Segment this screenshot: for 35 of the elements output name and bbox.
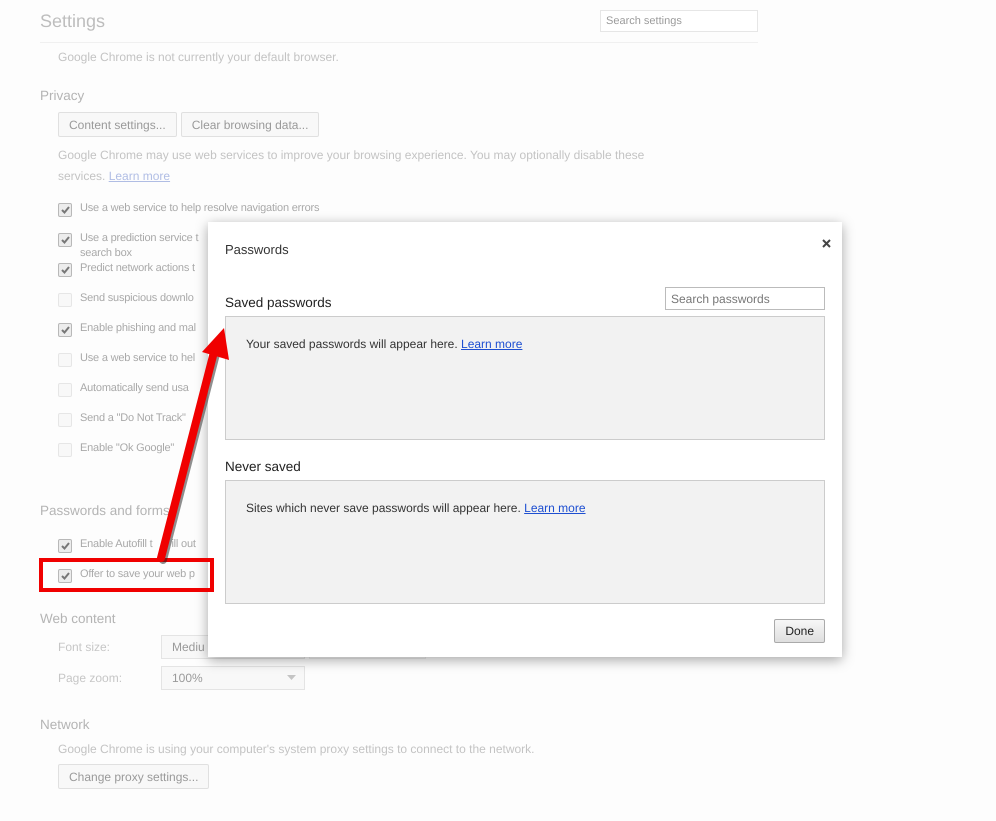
option-label: Send a "Do Not Track" [80, 411, 186, 426]
section-heading: Privacy [40, 87, 84, 105]
done-button[interactable]: Done [774, 619, 825, 643]
section-heading: Network [40, 716, 90, 734]
option-label: Enable "Ok Google" [80, 441, 174, 456]
learn-more-link[interactable]: Learn more [108, 169, 170, 183]
option-label: Automatically send usa [80, 381, 189, 396]
option-label: Use a web service to hel [80, 351, 196, 366]
option-label: Offer to save your web p [80, 567, 195, 582]
option-label: Predict network actions t [80, 261, 195, 276]
dialog-title: Passwords [225, 242, 289, 257]
section-heading: Passwords and forms [40, 502, 170, 520]
page-title: Settings [40, 10, 106, 32]
option-label: Enable phishing and mal [80, 321, 196, 336]
status-text: Google Chrome is not currently your default browser. [58, 49, 340, 66]
section-heading: Saved passwords [225, 295, 332, 310]
option-label: Enable Autofill t [80, 537, 152, 552]
option-label: Send suspicious downlo [80, 291, 194, 306]
dropdown[interactable]: 100% [161, 666, 305, 690]
search-field[interactable]: Search passwords [665, 287, 825, 310]
option-label: Use a prediction service t [80, 231, 198, 246]
learn-more-link[interactable]: Learn more [524, 501, 586, 515]
description-text: Google Chrome may use web services to improve your browsing experience. You may optionally disable these services. Learn more [58, 147, 646, 185]
section-heading: Never saved [225, 459, 301, 474]
option-label: search box [80, 246, 133, 261]
option-label: Use a web service to help resolve navigation errors [80, 201, 320, 216]
network-text: Google Chrome is using your computer's system proxy settings to connect to the network. [58, 741, 536, 758]
option-label: ill out [171, 537, 196, 552]
learn-more-link[interactable]: Learn more [461, 337, 522, 351]
empty-message: Your saved passwords will appear here. Learn more [246, 337, 524, 351]
proxy-settings-button[interactable]: Change proxy settings... [58, 764, 210, 789]
settings-button[interactable]: Content settings... [58, 112, 177, 137]
empty-message: Sites which never save passwords will appear here. Learn more [246, 501, 587, 515]
settings-button[interactable]: Clear browsing data... [180, 112, 320, 137]
section-heading: Web content [40, 610, 116, 628]
